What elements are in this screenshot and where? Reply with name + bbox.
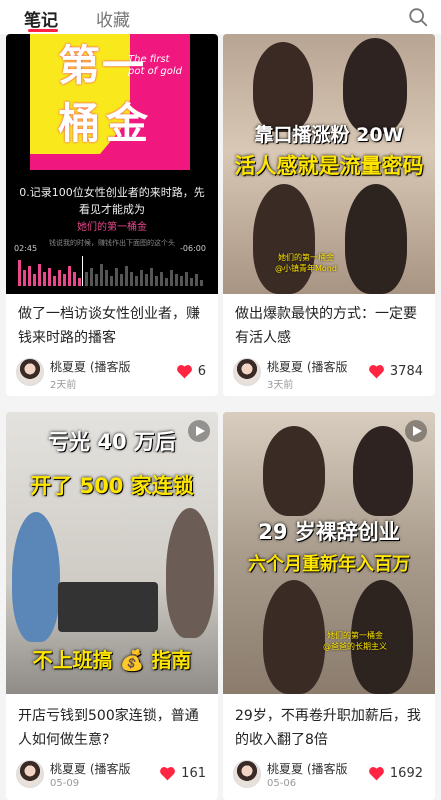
remaining-time: -06:00 [180,244,206,253]
note-card[interactable]: 靠口播涨粉 20W 活人感就是流量密码 她们的第一桶金 @小镇青年Mond 做出… [223,34,435,396]
cover-english-text: The first pot of gold [128,54,182,77]
avatar[interactable] [16,760,44,788]
cover-person [263,580,325,694]
audio-waveform [18,256,203,286]
cover-headline: 开了 500 家连锁 [30,474,194,498]
cover-pink-text: 她们的第一桶金 [77,222,147,233]
cover-caption-line: @小镇青年Mond [275,264,337,273]
like-button[interactable]: 6 [176,364,206,379]
cover-caption: 她们的第一桶金 @小镇青年Mond [275,252,337,274]
note-cover-image[interactable]: 亏光 40 万后 开了 500 家连锁 不上班搞 💰 指南 [6,412,218,694]
avatar[interactable] [233,358,261,386]
note-card[interactable]: 亏光 40 万后 开了 500 家连锁 不上班搞 💰 指南 开店亏钱到500家连… [6,412,218,800]
cover-headline: 六个月重新年入百万 [248,554,410,575]
author-name[interactable]: 桃夏夏 (播客版 [267,358,348,375]
cover-headline: 亏光 40 万后 [48,430,176,454]
cover-person [345,184,407,294]
cover-headline: 活人感就是流量密码 [234,154,424,178]
note-date: 05-06 [267,778,297,789]
avatar[interactable] [233,760,261,788]
cover-char: 金 [106,99,149,148]
play-icon[interactable] [405,420,427,442]
cover-person [353,426,413,516]
note-author-row: 桃夏夏 (播客版 3天前 3784 [233,358,425,391]
note-card[interactable]: 29 岁裸辞创业 六个月重新年入百万 她们的第一桶金 @爸爸的长期主义 29岁，… [223,412,435,800]
heart-icon [368,767,384,781]
cover-caption-line: 她们的第一桶金 [277,253,334,262]
note-cover-image[interactable]: 第 一 桶 金 The first pot of gold 0.记录100位女性… [6,34,218,294]
top-tab-bar: 笔记 收藏 [0,0,441,34]
tab-favorites[interactable]: 收藏 [96,6,130,31]
note-title[interactable]: 做出爆款最快的方式：一定要有活人感 [235,302,425,350]
search-icon[interactable] [407,6,429,28]
note-title[interactable]: 开店亏钱到500家连锁，普通人如何做生意? [18,704,208,752]
note-author-row: 桃夏夏 (播客版 05-06 1692 [233,760,425,792]
note-title[interactable]: 做了一档访谈女性创业者，赚钱来时路的播客 [18,302,208,350]
cover-person [12,512,60,642]
cover-caption-line: @爸爸的长期主义 [323,642,387,651]
cover-caption: 她们的第一桶金 @爸爸的长期主义 [323,630,387,652]
cover-person [166,508,214,638]
cover-headline: 29 岁裸辞创业 [258,520,400,544]
like-button[interactable]: 161 [159,766,206,781]
heart-icon [176,365,192,379]
like-count: 6 [197,364,206,379]
heart-icon [368,365,384,379]
note-date: 2天前 [50,380,77,391]
like-button[interactable]: 3784 [368,364,423,379]
cover-person [263,426,325,516]
cover-mixer [58,582,158,632]
like-button[interactable]: 1692 [368,766,423,781]
like-count: 161 [181,766,206,781]
cover-subtitle: 0.记录100位女性创业者的来时路，先看见才能成为 [19,186,205,216]
cover-char: 桶 [58,99,101,148]
author-name[interactable]: 桃夏夏 (播客版 [267,760,348,777]
like-count: 1692 [389,766,423,781]
note-author-row: 桃夏夏 (播客版 2天前 6 [16,358,208,391]
cover-char: 第 [58,41,101,90]
cover-headline: 靠口播涨粉 20W [254,124,404,146]
cover-caption-line: 她们的第一桶金 [327,631,383,640]
author-name[interactable]: 桃夏夏 (播客版 [50,358,131,375]
note-title[interactable]: 29岁，不再卷升职加薪后，我的收入翻了8倍 [235,704,425,752]
note-cover-image[interactable]: 29 岁裸辞创业 六个月重新年入百万 她们的第一桶金 @爸爸的长期主义 [223,412,435,694]
note-card[interactable]: 第 一 桶 金 The first pot of gold 0.记录100位女性… [6,34,218,396]
note-date: 3天前 [267,380,294,391]
active-tab-indicator [28,29,58,32]
elapsed-time: 02:45 [14,244,38,253]
note-cover-image[interactable]: 靠口播涨粉 20W 活人感就是流量密码 她们的第一桶金 @小镇青年Mond [223,34,435,294]
avatar[interactable] [16,358,44,386]
cover-person [253,184,315,294]
note-author-row: 桃夏夏 (播客版 05-09 161 [16,760,208,792]
cover-headline: 不上班搞 💰 指南 [32,648,192,672]
note-date: 05-09 [50,778,80,789]
cover-person [253,42,313,132]
author-name[interactable]: 桃夏夏 (播客版 [50,760,131,777]
tab-notes[interactable]: 笔记 [24,6,58,31]
like-count: 3784 [389,364,423,379]
heart-icon [160,767,176,781]
